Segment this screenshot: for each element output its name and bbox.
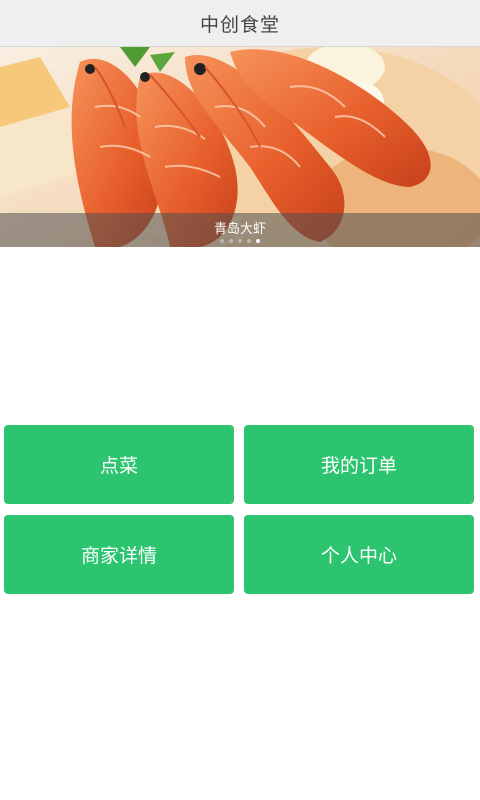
carousel-dot[interactable] <box>238 239 242 243</box>
page-title: 中创食堂 <box>199 13 280 36</box>
app-root: 中创食堂 青岛大虾 点菜 我的订单 商家详情 个人中心 <box>0 0 480 800</box>
main-menu-grid: 点菜 我的订单 商家详情 个人中心 <box>4 425 475 594</box>
carousel-dot[interactable] <box>247 239 251 243</box>
merchant-details-button[interactable]: 商家详情 <box>4 515 234 594</box>
image-carousel[interactable]: 青岛大虾 <box>0 47 480 247</box>
title-bar: 中创食堂 <box>0 0 480 47</box>
carousel-caption: 青岛大虾 <box>213 222 266 237</box>
carousel-dot-active[interactable] <box>256 239 260 243</box>
carousel-indicator <box>0 239 480 243</box>
carousel-caption-bar: 青岛大虾 <box>0 213 480 247</box>
order-food-button[interactable]: 点菜 <box>4 425 234 504</box>
carousel-dot[interactable] <box>220 239 224 243</box>
user-center-button[interactable]: 个人中心 <box>244 515 474 594</box>
my-orders-button[interactable]: 我的订单 <box>244 425 474 504</box>
carousel-dot[interactable] <box>229 239 233 243</box>
